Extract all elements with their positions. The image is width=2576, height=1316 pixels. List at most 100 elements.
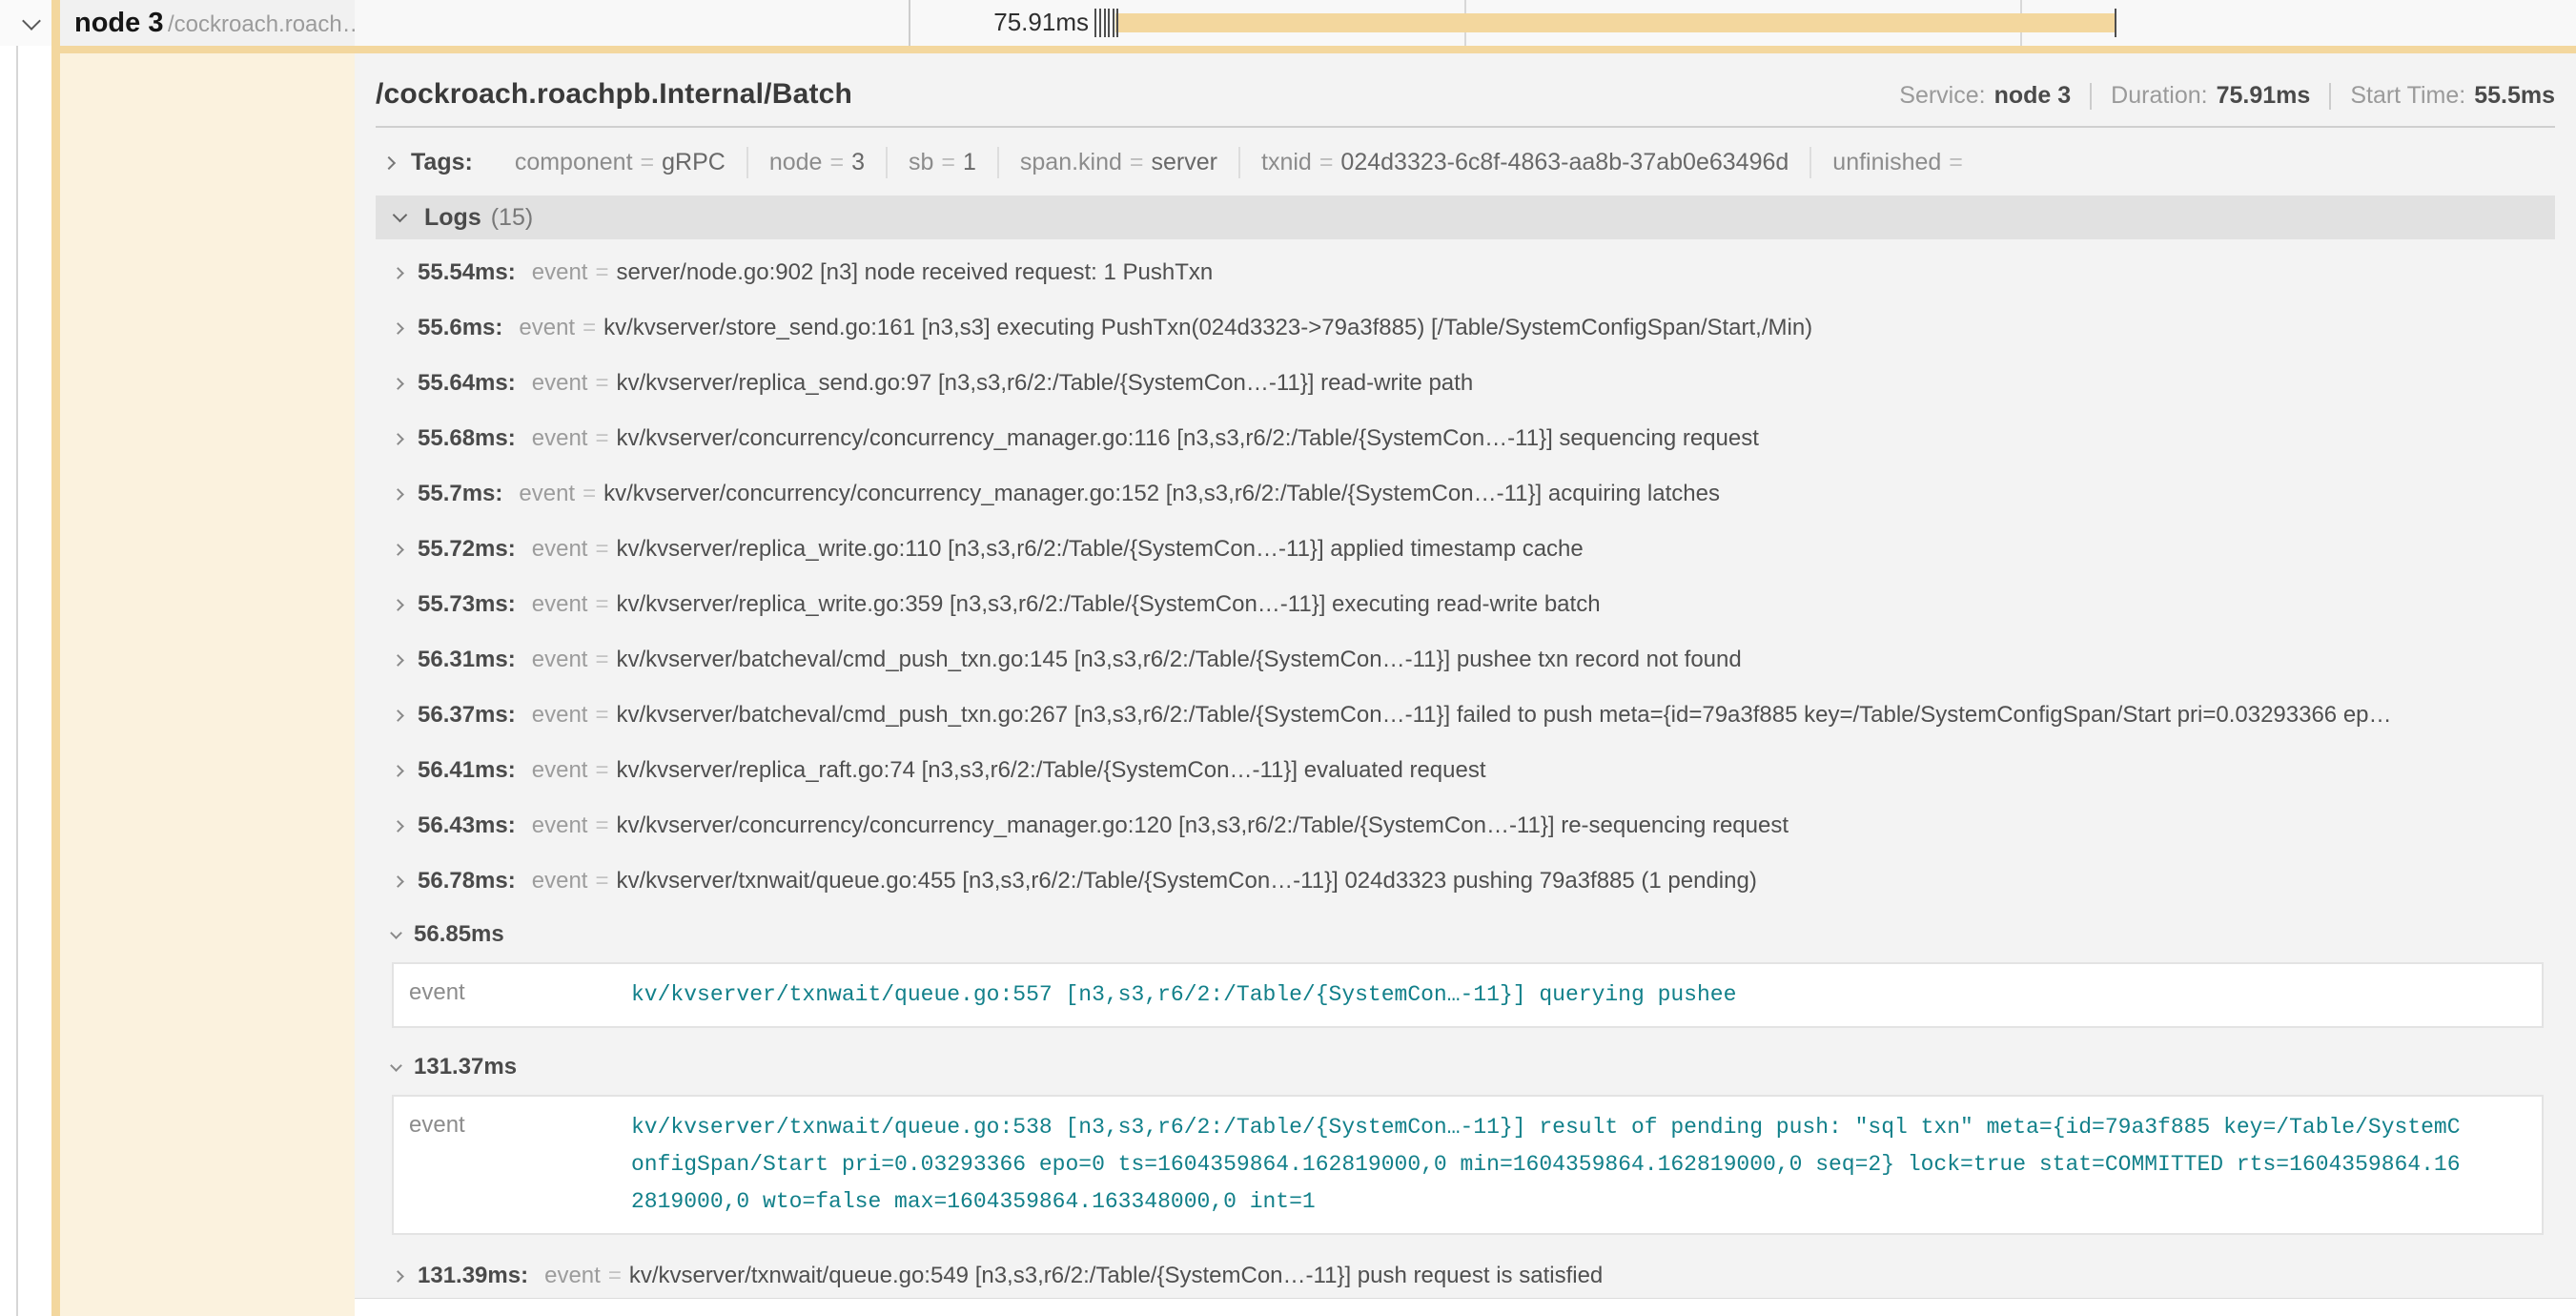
log-field-value: kv/kvserver/batcheval/cmd_push_txn.go:26… [616, 702, 2391, 729]
log-field-value: kv/kvserver/replica_raft.go:74 [n3,s3,r6… [616, 757, 1485, 784]
chevron-right-icon [392, 267, 404, 279]
collapse-chevron-icon[interactable] [22, 11, 41, 31]
equals-sign: = [595, 702, 608, 729]
log-entry-expanded: 56.85ms event kv/kvserver/txnwait/queue.… [387, 909, 2555, 1028]
log-field-value: kv/kvserver/txnwait/queue.go:549 [n3,s3,… [629, 1263, 1603, 1289]
logs-count: (15) [491, 204, 533, 232]
log-field-value: kv/kvserver/txnwait/queue.go:538 [n3,s3,… [631, 1109, 2471, 1221]
log-timestamp: 55.72ms: [418, 536, 516, 563]
overview-separator [2090, 83, 2092, 110]
header-divider [376, 126, 2555, 128]
log-entry[interactable]: 56.43ms: event = kv/kvserver/concurrency… [387, 798, 2555, 853]
log-tick [1108, 9, 1110, 37]
log-field-value: kv/kvserver/txnwait/queue.go:455 [n3,s3,… [616, 868, 1756, 894]
chevron-right-icon [392, 765, 404, 777]
log-timestamp: 131.39ms: [418, 1263, 528, 1289]
tag-value: server [1152, 149, 1217, 175]
tag-item: sb=1 [888, 147, 999, 178]
log-field-key: event [532, 868, 588, 894]
detail-left-indent [60, 53, 355, 1316]
equals-sign: = [583, 315, 596, 341]
log-entry[interactable]: 55.72ms: event = kv/kvserver/replica_wri… [387, 522, 2555, 577]
log-entry[interactable]: 56.31ms: event = kv/kvserver/batcheval/c… [387, 632, 2555, 688]
log-entry[interactable]: 56.37ms: event = kv/kvserver/batcheval/c… [387, 688, 2555, 743]
log-field-value: kv/kvserver/replica_write.go:110 [n3,s3,… [616, 536, 1583, 563]
log-entry-header[interactable]: 131.37ms [387, 1041, 2555, 1093]
log-entry[interactable]: 131.39ms: event = kv/kvserver/txnwait/qu… [387, 1248, 2555, 1299]
tag-key: sb [909, 149, 933, 175]
log-field-key: event [532, 536, 588, 563]
overview-value: node 3 [1994, 82, 2072, 110]
logs-accordion-header[interactable]: Logs (15) [376, 195, 2555, 239]
chevron-right-icon [392, 433, 404, 445]
equals-sign: = [595, 647, 608, 673]
equals-sign: = [595, 425, 608, 452]
log-detail-card: event kv/kvserver/txnwait/queue.go:557 [… [392, 962, 2544, 1028]
log-entry[interactable]: 55.6ms: event = kv/kvserver/store_send.g… [387, 300, 2555, 356]
log-entry[interactable]: 55.68ms: event = kv/kvserver/concurrency… [387, 411, 2555, 466]
log-timestamp: 56.41ms: [418, 757, 516, 784]
chevron-right-icon [392, 875, 404, 888]
tag-key: node [769, 149, 823, 175]
log-field-key: event [532, 591, 588, 618]
log-field-value: kv/kvserver/concurrency/concurrency_mana… [603, 481, 1720, 507]
log-timestamp: 55.68ms: [418, 425, 516, 452]
overview-value: 75.91ms [2217, 82, 2311, 110]
log-entry[interactable]: 55.64ms: event = kv/kvserver/replica_sen… [387, 356, 2555, 411]
log-timestamp: 56.78ms: [418, 868, 516, 894]
equals-sign: = [1130, 149, 1144, 175]
log-tick [1104, 9, 1106, 37]
chevron-right-icon [392, 1270, 404, 1283]
logs-title: Logs [424, 204, 481, 232]
tags-list: component=gRPCnode=3sb=1span.kind=server… [494, 147, 1992, 178]
log-entry[interactable]: 55.7ms: event = kv/kvserver/concurrency/… [387, 466, 2555, 522]
overview-value: 55.5ms [2474, 82, 2555, 110]
span-detail-title: /cockroach.roachpb.Internal/Batch [376, 78, 852, 111]
tags-accordion-header[interactable]: Tags: component=gRPCnode=3sb=1span.kind=… [376, 147, 2555, 178]
log-entry[interactable]: 55.54ms: event = server/node.go:902 [n3]… [387, 245, 2555, 300]
overview-label: Start Time: [2350, 82, 2465, 110]
log-entry[interactable]: 55.73ms: event = kv/kvserver/replica_wri… [387, 577, 2555, 632]
tag-item: unfinished= [1811, 147, 1992, 178]
equals-sign: = [641, 149, 655, 175]
log-entries-list: 55.54ms: event = server/node.go:902 [n3]… [376, 239, 2555, 1299]
log-entry[interactable]: 56.78ms: event = kv/kvserver/txnwait/que… [387, 853, 2555, 909]
span-duration-label: 75.91ms [936, 8, 1089, 37]
log-field-key: event [519, 481, 575, 507]
tag-item: node=3 [748, 147, 888, 178]
log-field-key: event [532, 425, 588, 452]
log-timestamp: 55.7ms: [418, 481, 502, 507]
span-duration-bar[interactable] [1115, 13, 2116, 32]
chevron-right-icon [392, 654, 404, 667]
log-field-value: kv/kvserver/txnwait/queue.go:557 [n3,s3,… [631, 977, 2471, 1014]
log-entry[interactable]: 56.41ms: event = kv/kvserver/replica_raf… [387, 743, 2555, 798]
timeline-gridline [909, 0, 910, 46]
log-field-value: kv/kvserver/replica_write.go:359 [n3,s3,… [616, 591, 1600, 618]
chevron-right-icon [392, 322, 404, 335]
span-color-strip [51, 0, 60, 1316]
log-field-key: event [409, 977, 631, 1014]
chevron-down-icon [390, 1059, 402, 1072]
span-row[interactable]: node 3 /cockroach.roach… 75.91ms [0, 0, 2576, 46]
log-tick [1099, 9, 1101, 37]
span-timeline[interactable]: 75.91ms [355, 0, 2576, 46]
tag-key: unfinished [1832, 149, 1941, 175]
log-field-key: event [532, 370, 588, 397]
log-field-value: kv/kvserver/concurrency/concurrency_mana… [616, 812, 1789, 839]
log-entry-header[interactable]: 56.85ms [387, 909, 2555, 960]
log-field-value: kv/kvserver/concurrency/concurrency_mana… [616, 425, 1758, 452]
log-timestamp: 56.43ms: [418, 812, 516, 839]
log-field-key: event [519, 315, 575, 341]
log-timestamp: 55.73ms: [418, 591, 516, 618]
tag-item: component=gRPC [494, 147, 748, 178]
overview-separator [2329, 83, 2331, 110]
overview-item: Duration:75.91ms [2111, 82, 2310, 110]
tag-value: gRPC [662, 149, 726, 175]
equals-sign: = [595, 591, 608, 618]
chevron-right-icon [392, 544, 404, 556]
log-tick [1116, 9, 1118, 37]
tags-label: Tags: [411, 149, 473, 176]
log-field-key: event [409, 1109, 631, 1221]
tag-item: span.kind=server [999, 147, 1240, 178]
tag-value: 1 [963, 149, 976, 175]
